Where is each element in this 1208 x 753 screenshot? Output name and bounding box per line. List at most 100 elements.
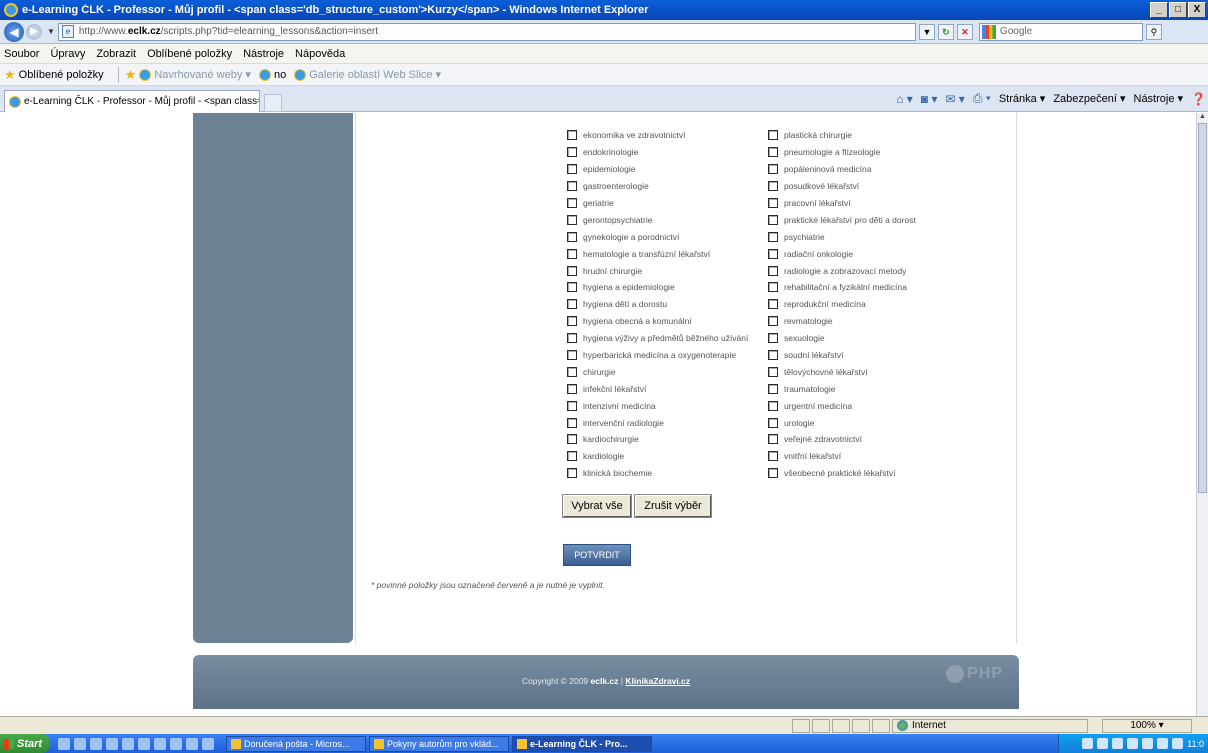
specialty-checkbox-row[interactable]: urgentní medicína (768, 397, 916, 414)
menu-help[interactable]: Nápověda (295, 48, 345, 60)
specialty-checkbox-row[interactable]: reprodukční medicína (768, 296, 916, 313)
tools-menu[interactable]: Nástroje ▾ (1134, 92, 1184, 105)
select-all-button[interactable]: Vybrat vše (562, 494, 632, 518)
minimize-button[interactable]: _ (1150, 2, 1168, 18)
specialty-checkbox-row[interactable]: psychiatrie (768, 228, 916, 245)
quick-launch-icon[interactable] (138, 737, 150, 750)
close-button[interactable]: X (1188, 2, 1206, 18)
favorite-no[interactable]: no (258, 68, 286, 81)
specialty-checkbox-row[interactable]: gerontopsychiatrie (567, 211, 748, 228)
specialty-checkbox-row[interactable]: tělovýchovné lékařství (768, 363, 916, 380)
quick-launch-icon[interactable] (90, 737, 102, 750)
specialty-checkbox-row[interactable]: ekonomika ve zdravotnictví (567, 127, 748, 144)
specialty-checkbox-row[interactable]: chirurgie (567, 363, 748, 380)
specialty-checkbox[interactable] (768, 265, 778, 276)
specialty-checkbox[interactable] (768, 248, 778, 259)
specialty-checkbox-row[interactable]: pneumologie a ftizeologie (768, 144, 916, 161)
home-icon[interactable]: ⌂ ▾ (896, 92, 913, 106)
specialty-checkbox[interactable] (567, 147, 577, 158)
specialty-checkbox[interactable] (768, 366, 778, 377)
specialty-checkbox-row[interactable]: praktické lékařství pro děti a dorost (768, 211, 916, 228)
quick-launch-icon[interactable] (202, 737, 214, 750)
specialty-checkbox[interactable] (567, 400, 577, 411)
specialty-checkbox-row[interactable]: hygiena dětí a dorostu (567, 296, 748, 313)
specialty-checkbox-row[interactable]: gynekologie a porodnictví (567, 228, 748, 245)
specialty-checkbox-row[interactable]: hygiena výživy a předmětů běžného užíván… (567, 330, 748, 347)
quick-launch-icon[interactable] (58, 737, 70, 750)
specialty-checkbox[interactable] (567, 468, 577, 479)
specialty-checkbox-row[interactable]: hrudní chirurgie (567, 262, 748, 279)
scroll-up-icon[interactable]: ▲ (1197, 113, 1208, 123)
menu-edit[interactable]: Úpravy (50, 48, 85, 60)
security-zone[interactable]: Internet (892, 718, 1088, 733)
vertical-scrollbar[interactable]: ▲ (1196, 113, 1208, 716)
specialty-checkbox[interactable] (768, 350, 778, 361)
specialty-checkbox-row[interactable]: radiační onkologie (768, 245, 916, 262)
specialty-checkbox[interactable] (768, 147, 778, 158)
stop-icon[interactable]: ✕ (956, 23, 973, 40)
specialty-checkbox[interactable] (567, 434, 577, 445)
specialty-checkbox[interactable] (768, 214, 778, 225)
specialty-checkbox[interactable] (567, 231, 577, 242)
specialty-checkbox-row[interactable]: hygiena obecná a komunální (567, 313, 748, 330)
tray-icon[interactable] (1112, 738, 1124, 749)
specialty-checkbox-row[interactable]: všeobecné praktické lékařství (768, 465, 916, 482)
new-tab-button[interactable] (264, 94, 282, 112)
scrollbar-thumb[interactable] (1198, 123, 1207, 493)
specialty-checkbox-row[interactable]: endokrinologie (567, 144, 748, 161)
forward-button[interactable]: ▶ (26, 23, 42, 40)
search-input[interactable]: Google (978, 22, 1143, 41)
quick-launch-icon[interactable] (74, 737, 86, 750)
specialty-checkbox[interactable] (567, 164, 577, 175)
tray-icon[interactable] (1097, 738, 1109, 749)
specialty-checkbox[interactable] (567, 417, 577, 428)
specialty-checkbox-row[interactable]: kardiochirurgie (567, 431, 748, 448)
start-button[interactable]: Start (0, 734, 50, 753)
specialty-checkbox[interactable] (768, 299, 778, 310)
quick-launch-icon[interactable] (170, 737, 182, 750)
specialty-checkbox[interactable] (768, 383, 778, 394)
page-menu[interactable]: Stránka ▾ (999, 92, 1046, 105)
specialty-checkbox[interactable] (567, 299, 577, 310)
specialty-checkbox[interactable] (768, 198, 778, 208)
tray-icon[interactable] (1127, 738, 1139, 749)
specialty-checkbox[interactable] (567, 181, 577, 192)
maximize-button[interactable]: □ (1169, 2, 1187, 18)
specialty-checkbox-row[interactable]: posudkové lékařství (768, 178, 916, 195)
specialty-checkbox[interactable] (567, 198, 577, 208)
specialty-checkbox[interactable] (768, 434, 778, 445)
specialty-checkbox[interactable] (567, 282, 577, 293)
specialty-checkbox[interactable] (567, 130, 577, 141)
specialty-checkbox-row[interactable]: traumatologie (768, 380, 916, 397)
specialty-checkbox[interactable] (567, 350, 577, 361)
help-icon[interactable]: ❓ (1191, 92, 1206, 106)
mail-icon[interactable]: ✉ ▾ (945, 92, 964, 106)
specialty-checkbox-row[interactable]: intenzivní medicína (567, 397, 748, 414)
url-input[interactable]: e http://www. eclk.cz/scripts.php?tid=ele… (57, 22, 916, 41)
specialty-checkbox-row[interactable]: hygiena a epidemiologie (567, 279, 748, 296)
specialty-checkbox-row[interactable]: vnitřní lékařství (768, 448, 916, 465)
specialty-checkbox-row[interactable]: revmatologie (768, 313, 916, 330)
specialty-checkbox-row[interactable]: gastroenterologie (567, 178, 748, 195)
specialty-checkbox[interactable] (567, 214, 577, 225)
menu-favorites[interactable]: Oblíbené položky (147, 48, 232, 60)
menu-file[interactable]: Soubor (4, 48, 39, 60)
specialty-checkbox-row[interactable]: urologie (768, 414, 916, 431)
tray-icon[interactable] (1157, 738, 1169, 749)
klinikazdravi-link[interactable]: KlinikaZdravi.cz (625, 676, 690, 686)
specialty-checkbox[interactable] (567, 265, 577, 276)
specialty-checkbox-row[interactable]: epidemiologie (567, 161, 748, 178)
security-menu[interactable]: Zabezpečení ▾ (1053, 92, 1125, 105)
specialty-checkbox[interactable] (768, 451, 778, 462)
specialty-checkbox-row[interactable]: popáleninová medicína (768, 161, 916, 178)
tray-icon[interactable] (1082, 738, 1094, 749)
specialty-checkbox-row[interactable]: kardiologie (567, 448, 748, 465)
specialty-checkbox-row[interactable]: plastická chirurgie (768, 127, 916, 144)
specialty-checkbox[interactable] (768, 282, 778, 293)
quick-launch-icon[interactable] (106, 737, 118, 750)
specialty-checkbox-row[interactable]: rehabilitační a fyzikální medicína (768, 279, 916, 296)
menu-view[interactable]: Zobrazit (96, 48, 136, 60)
specialty-checkbox[interactable] (768, 164, 778, 175)
url-dropdown-icon[interactable]: ▼ (918, 23, 935, 40)
history-dropdown-icon[interactable]: ▼ (47, 27, 55, 36)
